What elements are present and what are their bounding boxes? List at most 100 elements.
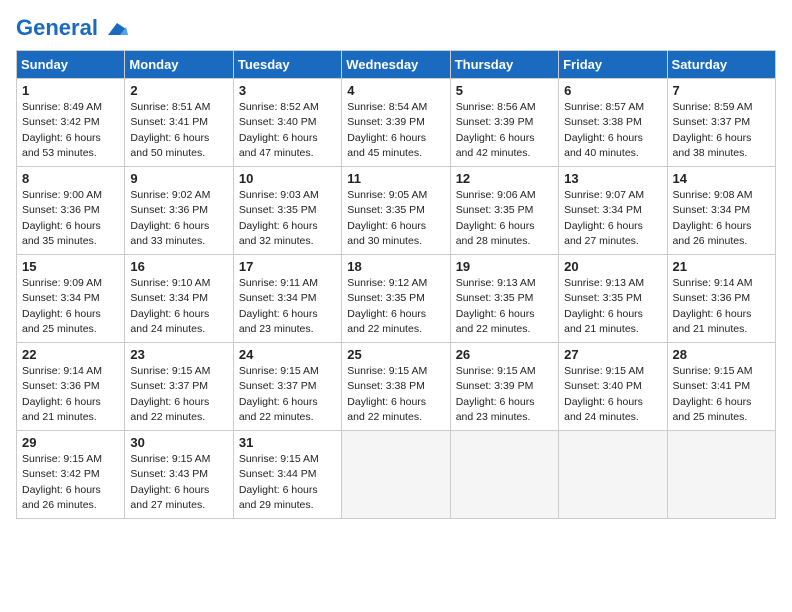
day-number: 28 [673, 347, 770, 362]
logo: General [16, 16, 128, 40]
col-header-saturday: Saturday [667, 51, 775, 79]
calendar-cell: 29 Sunrise: 9:15 AMSunset: 3:42 PMDayligh… [17, 431, 125, 519]
day-number: 6 [564, 83, 661, 98]
calendar-cell: 23 Sunrise: 9:15 AMSunset: 3:37 PMDayligh… [125, 343, 233, 431]
cell-content: Sunrise: 8:57 AMSunset: 3:38 PMDaylight:… [564, 100, 661, 161]
calendar-cell [342, 431, 450, 519]
day-number: 13 [564, 171, 661, 186]
cell-content: Sunrise: 9:15 AMSunset: 3:41 PMDaylight:… [673, 364, 770, 425]
calendar-cell: 11 Sunrise: 9:05 AMSunset: 3:35 PMDayligh… [342, 167, 450, 255]
cell-content: Sunrise: 9:15 AMSunset: 3:42 PMDaylight:… [22, 452, 119, 513]
day-number: 26 [456, 347, 553, 362]
calendar-cell [450, 431, 558, 519]
calendar-cell: 10 Sunrise: 9:03 AMSunset: 3:35 PMDayligh… [233, 167, 341, 255]
cell-content: Sunrise: 9:06 AMSunset: 3:35 PMDaylight:… [456, 188, 553, 249]
cell-content: Sunrise: 8:59 AMSunset: 3:37 PMDaylight:… [673, 100, 770, 161]
calendar-cell: 28 Sunrise: 9:15 AMSunset: 3:41 PMDayligh… [667, 343, 775, 431]
col-header-sunday: Sunday [17, 51, 125, 79]
cell-content: Sunrise: 8:51 AMSunset: 3:41 PMDaylight:… [130, 100, 227, 161]
calendar-cell: 19Sunrise: 9:13 AMSunset: 3:35 PMDayligh… [450, 255, 558, 343]
day-number: 24 [239, 347, 336, 362]
calendar-cell: 8Sunrise: 9:00 AMSunset: 3:36 PMDaylight… [17, 167, 125, 255]
cell-content: Sunrise: 9:02 AMSunset: 3:36 PMDaylight:… [130, 188, 227, 249]
calendar-cell: 27 Sunrise: 9:15 AMSunset: 3:40 PMDayligh… [559, 343, 667, 431]
col-header-friday: Friday [559, 51, 667, 79]
cell-content: Sunrise: 9:07 AMSunset: 3:34 PMDaylight:… [564, 188, 661, 249]
calendar-cell: 25 Sunrise: 9:15 AMSunset: 3:38 PMDayligh… [342, 343, 450, 431]
calendar-cell: 15Sunrise: 9:09 AMSunset: 3:34 PMDayligh… [17, 255, 125, 343]
calendar-cell: 5 Sunrise: 8:56 AMSunset: 3:39 PMDaylight… [450, 79, 558, 167]
cell-content: Sunrise: 9:14 AMSunset: 3:36 PMDaylight:… [673, 276, 770, 337]
day-number: 18 [347, 259, 444, 274]
day-number: 8 [22, 171, 119, 186]
day-number: 5 [456, 83, 553, 98]
day-number: 30 [130, 435, 227, 450]
calendar-cell: 13 Sunrise: 9:07 AMSunset: 3:34 PMDayligh… [559, 167, 667, 255]
calendar-cell: 14 Sunrise: 9:08 AMSunset: 3:34 PMDayligh… [667, 167, 775, 255]
col-header-monday: Monday [125, 51, 233, 79]
calendar-cell: 22 Sunrise: 9:14 AMSunset: 3:36 PMDayligh… [17, 343, 125, 431]
cell-content: Sunrise: 9:13 AMSunset: 3:35 PMDaylight:… [456, 276, 553, 337]
cell-content: Sunrise: 9:03 AMSunset: 3:35 PMDaylight:… [239, 188, 336, 249]
calendar-cell: 31 Sunrise: 9:15 AMSunset: 3:44 PMDayligh… [233, 431, 341, 519]
calendar-cell: 17 Sunrise: 9:11 AMSunset: 3:34 PMDayligh… [233, 255, 341, 343]
day-number: 9 [130, 171, 227, 186]
day-number: 2 [130, 83, 227, 98]
calendar-cell: 9 Sunrise: 9:02 AMSunset: 3:36 PMDaylight… [125, 167, 233, 255]
cell-content: Sunrise: 8:56 AMSunset: 3:39 PMDaylight:… [456, 100, 553, 161]
day-number: 25 [347, 347, 444, 362]
calendar-cell: 7Sunrise: 8:59 AMSunset: 3:37 PMDaylight… [667, 79, 775, 167]
cell-content: Sunrise: 9:15 AMSunset: 3:37 PMDaylight:… [239, 364, 336, 425]
cell-content: Sunrise: 9:15 AMSunset: 3:38 PMDaylight:… [347, 364, 444, 425]
calendar-cell: 24 Sunrise: 9:15 AMSunset: 3:37 PMDayligh… [233, 343, 341, 431]
cell-content: Sunrise: 8:52 AMSunset: 3:40 PMDaylight:… [239, 100, 336, 161]
calendar-cell: 21 Sunrise: 9:14 AMSunset: 3:36 PMDayligh… [667, 255, 775, 343]
day-number: 17 [239, 259, 336, 274]
day-number: 27 [564, 347, 661, 362]
calendar-cell: 18 Sunrise: 9:12 AMSunset: 3:35 PMDayligh… [342, 255, 450, 343]
cell-content: Sunrise: 9:10 AMSunset: 3:34 PMDaylight:… [130, 276, 227, 337]
day-number: 1 [22, 83, 119, 98]
day-number: 31 [239, 435, 336, 450]
calendar-cell: 12Sunrise: 9:06 AMSunset: 3:35 PMDayligh… [450, 167, 558, 255]
calendar-cell [559, 431, 667, 519]
day-number: 11 [347, 171, 444, 186]
day-number: 22 [22, 347, 119, 362]
cell-content: Sunrise: 9:12 AMSunset: 3:35 PMDaylight:… [347, 276, 444, 337]
cell-content: Sunrise: 9:05 AMSunset: 3:35 PMDaylight:… [347, 188, 444, 249]
col-header-wednesday: Wednesday [342, 51, 450, 79]
day-number: 29 [22, 435, 119, 450]
logo-icon [106, 21, 128, 37]
day-number: 3 [239, 83, 336, 98]
cell-content: Sunrise: 9:15 AMSunset: 3:44 PMDaylight:… [239, 452, 336, 513]
day-number: 15 [22, 259, 119, 274]
cell-content: Sunrise: 9:15 AMSunset: 3:39 PMDaylight:… [456, 364, 553, 425]
cell-content: Sunrise: 9:15 AMSunset: 3:40 PMDaylight:… [564, 364, 661, 425]
calendar-cell: 1Sunrise: 8:49 AMSunset: 3:42 PMDaylight… [17, 79, 125, 167]
cell-content: Sunrise: 9:11 AMSunset: 3:34 PMDaylight:… [239, 276, 336, 337]
calendar-cell: 16 Sunrise: 9:10 AMSunset: 3:34 PMDayligh… [125, 255, 233, 343]
calendar-cell: 4Sunrise: 8:54 AMSunset: 3:39 PMDaylight… [342, 79, 450, 167]
day-number: 23 [130, 347, 227, 362]
calendar-cell: 3 Sunrise: 8:52 AMSunset: 3:40 PMDaylight… [233, 79, 341, 167]
day-number: 16 [130, 259, 227, 274]
calendar-cell: 20 Sunrise: 9:13 AMSunset: 3:35 PMDayligh… [559, 255, 667, 343]
cell-content: Sunrise: 9:08 AMSunset: 3:34 PMDaylight:… [673, 188, 770, 249]
cell-content: Sunrise: 9:13 AMSunset: 3:35 PMDaylight:… [564, 276, 661, 337]
calendar-cell: 26 Sunrise: 9:15 AMSunset: 3:39 PMDayligh… [450, 343, 558, 431]
col-header-thursday: Thursday [450, 51, 558, 79]
cell-content: Sunrise: 9:15 AMSunset: 3:43 PMDaylight:… [130, 452, 227, 513]
cell-content: Sunrise: 9:15 AMSunset: 3:37 PMDaylight:… [130, 364, 227, 425]
calendar-table: SundayMondayTuesdayWednesdayThursdayFrid… [16, 50, 776, 519]
cell-content: Sunrise: 8:54 AMSunset: 3:39 PMDaylight:… [347, 100, 444, 161]
day-number: 20 [564, 259, 661, 274]
calendar-cell: 6 Sunrise: 8:57 AMSunset: 3:38 PMDaylight… [559, 79, 667, 167]
day-number: 14 [673, 171, 770, 186]
day-number: 21 [673, 259, 770, 274]
calendar-cell: 2 Sunrise: 8:51 AMSunset: 3:41 PMDaylight… [125, 79, 233, 167]
day-number: 10 [239, 171, 336, 186]
calendar-cell [667, 431, 775, 519]
calendar-cell: 30 Sunrise: 9:15 AMSunset: 3:43 PMDayligh… [125, 431, 233, 519]
cell-content: Sunrise: 9:14 AMSunset: 3:36 PMDaylight:… [22, 364, 119, 425]
col-header-tuesday: Tuesday [233, 51, 341, 79]
